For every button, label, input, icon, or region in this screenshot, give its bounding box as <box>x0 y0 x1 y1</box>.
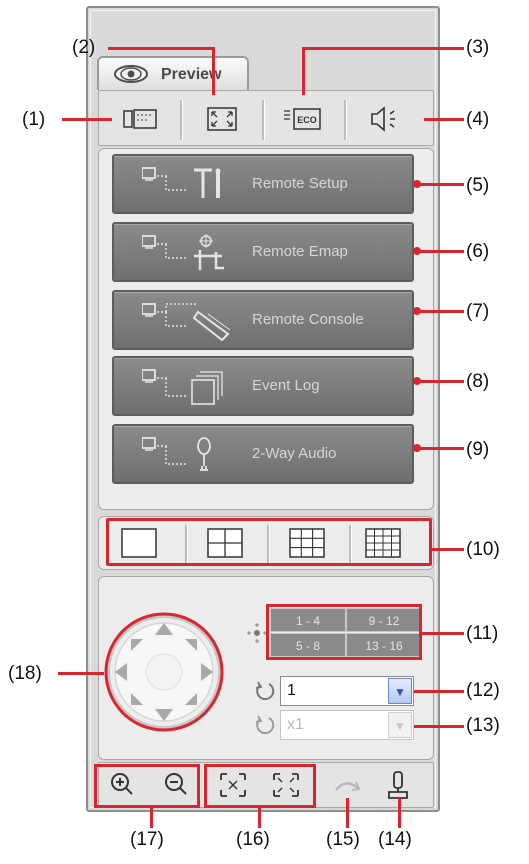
callout-line <box>424 118 464 121</box>
callout-line <box>431 548 464 551</box>
callout-line <box>58 672 104 675</box>
two-way-audio-label: 2-Way Audio <box>252 445 337 462</box>
callout-line <box>258 808 261 828</box>
callout-16: (16) <box>236 829 270 850</box>
callout-line <box>62 118 112 121</box>
callout-line <box>419 250 464 253</box>
toolbar-separator <box>180 100 183 140</box>
remote-setup-label: Remote Setup <box>252 175 348 192</box>
event-log-button[interactable]: Event Log <box>112 356 414 416</box>
callout-14: (14) <box>378 829 412 850</box>
callout-2: (2) <box>72 37 96 58</box>
callout-line <box>419 310 464 313</box>
toolbar-separator <box>344 100 347 140</box>
chevron-down-icon: ▼ <box>388 712 412 738</box>
eye-icon <box>114 65 148 83</box>
remote-console-label: Remote Console <box>252 311 364 328</box>
channel-select[interactable]: 1 ▼ <box>280 676 414 706</box>
chevron-down-icon[interactable]: ▼ <box>388 678 412 704</box>
callout-12: (12) <box>466 680 500 701</box>
callout-15: (15) <box>326 829 360 850</box>
channel-group-icon <box>247 623 267 643</box>
speed-rotate-icon <box>255 715 275 735</box>
callout-line <box>346 798 349 828</box>
toolbar-button-3[interactable]: ECO <box>266 96 342 142</box>
callout-line <box>212 47 215 95</box>
remote-emap-icon <box>142 234 224 270</box>
callout-line <box>414 690 464 693</box>
channel-select-value: 1 <box>287 682 296 699</box>
callout-line <box>302 47 305 95</box>
callout-circle-18 <box>104 612 224 732</box>
callout-box-10 <box>106 518 432 566</box>
event-log-label: Event Log <box>252 377 320 394</box>
tab-preview[interactable]: Preview <box>97 56 249 90</box>
callout-box-11 <box>266 604 422 660</box>
two-way-audio-icon <box>142 437 211 471</box>
preset-rotate-icon <box>255 681 275 701</box>
toolbar-button-1[interactable] <box>102 96 178 142</box>
callout-1: (1) <box>22 109 46 130</box>
remote-setup-button[interactable]: Remote Setup <box>112 154 414 214</box>
callout-line <box>419 183 464 186</box>
toolbar-button-4[interactable] <box>348 96 424 142</box>
callout-line <box>108 47 214 50</box>
remote-setup-icon <box>142 167 221 198</box>
callout-5: (5) <box>466 175 490 196</box>
callout-line <box>150 808 153 828</box>
callout-13: (13) <box>466 715 500 736</box>
remote-emap-button[interactable]: Remote Emap <box>112 222 414 282</box>
callout-line <box>398 798 401 828</box>
toolbar-button-2[interactable] <box>184 96 260 142</box>
callout-box-16 <box>204 764 316 808</box>
callout-4: (4) <box>466 109 490 130</box>
svg-text:ECO: ECO <box>297 115 317 125</box>
callout-7: (7) <box>466 301 490 322</box>
eco-icon: ECO <box>284 108 321 130</box>
callout-9: (9) <box>466 439 490 460</box>
callout-line <box>419 380 464 383</box>
callout-6: (6) <box>466 241 490 262</box>
audio-icon <box>371 106 395 132</box>
callout-10: (10) <box>466 539 500 560</box>
callout-11: (11) <box>466 623 499 644</box>
callout-line <box>419 447 464 450</box>
callout-17: (17) <box>130 829 164 850</box>
callout-8: (8) <box>466 371 490 392</box>
callout-line <box>414 725 464 728</box>
callout-box-17 <box>94 764 200 808</box>
callout-3: (3) <box>466 37 490 58</box>
callout-line <box>304 47 464 50</box>
callout-18: (18) <box>8 663 42 684</box>
event-log-icon <box>142 369 223 405</box>
remote-console-icon <box>142 303 231 342</box>
speed-select[interactable]: x1 ▼ <box>280 710 414 740</box>
remote-console-button[interactable]: Remote Console <box>112 290 414 350</box>
fullscreen-icon <box>207 107 237 131</box>
callout-line <box>421 632 464 635</box>
remote-emap-label: Remote Emap <box>252 243 348 260</box>
speed-select-value: x1 <box>287 716 304 733</box>
two-way-audio-button[interactable]: 2-Way Audio <box>112 424 414 484</box>
toolbar-separator <box>262 100 265 140</box>
camera-view-icon <box>123 109 157 129</box>
